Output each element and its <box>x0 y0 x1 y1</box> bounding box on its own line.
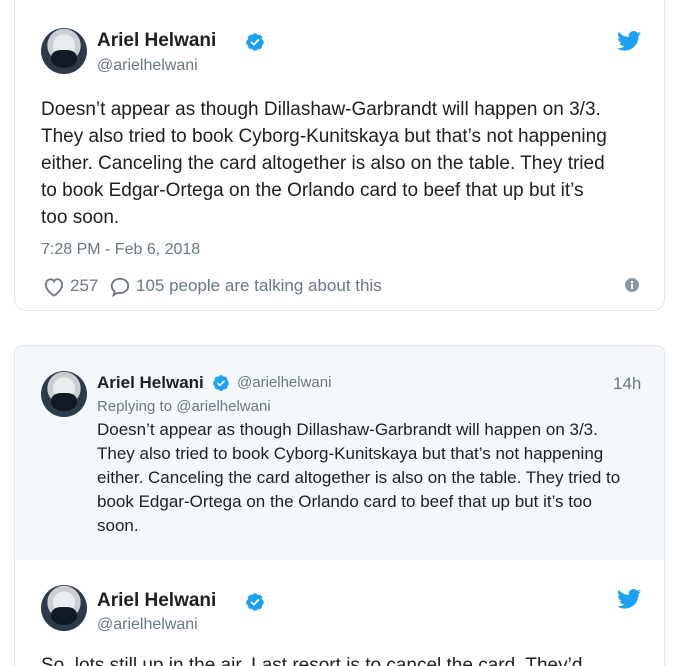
avatar[interactable] <box>41 585 87 631</box>
reply-text-line: book Edgar-Ortega on the Orlando card to… <box>97 492 592 511</box>
tweet-text-line: to book Edgar-Ortega on the Orlando card… <box>41 180 584 201</box>
author-name[interactable]: Ariel Helwani <box>97 373 204 393</box>
reply-timestamp[interactable]: 14h <box>613 374 641 394</box>
avatar[interactable] <box>41 28 87 74</box>
parent-tweet[interactable]: Ariel Helwani @arielhelwani 14h Replying… <box>15 346 664 560</box>
reply-text: Doesn’t appear as though Dillashaw-Garbr… <box>97 418 620 538</box>
tweet-text-line: too soon. <box>41 207 120 228</box>
tweet-text-line: either. Canceling the card altogether is… <box>41 153 605 174</box>
author-name[interactable]: Ariel Helwani <box>97 30 216 52</box>
twitter-bird-icon[interactable] <box>617 31 641 51</box>
avatar[interactable] <box>41 371 87 417</box>
reply-text-line: soon. <box>97 516 139 535</box>
tweet-text-line: They also tried to book Cyborg-Kunitskay… <box>41 126 607 147</box>
like-count[interactable]: 257 <box>70 276 98 296</box>
author-name[interactable]: Ariel Helwani <box>97 590 216 612</box>
conversation-card[interactable]: Ariel Helwani @arielhelwani 14h Replying… <box>14 345 665 666</box>
tweet-text-line: Doesn’t appear as though Dillashaw-Garbr… <box>41 99 601 120</box>
author-handle[interactable]: @arielhelwani <box>237 374 331 391</box>
timestamp-link[interactable]: 7:28 PM - Feb 6, 2018 <box>41 241 200 259</box>
author-handle[interactable]: @arielhelwani <box>97 57 198 75</box>
tweet-card[interactable]: Ariel Helwani @arielhelwani Doesn’t appe… <box>14 0 665 311</box>
reply-text-line: either. Canceling the card altogether is… <box>97 468 621 487</box>
reply-text-line: Doesn’t appear as though Dillashaw-Garbr… <box>97 420 598 439</box>
heart-icon[interactable] <box>43 277 65 297</box>
author-handle[interactable]: @arielhelwani <box>97 616 198 634</box>
tweet-text-line: So, lots still up in the air. Last resor… <box>41 655 583 666</box>
reply-text-line: They also tried to book Cyborg-Kunitskay… <box>97 444 604 463</box>
verified-badge-icon <box>246 33 264 51</box>
tweet-text: Doesn’t appear as though Dillashaw-Garbr… <box>41 96 607 231</box>
embedded-tweets-page: Ariel Helwani @arielhelwani Doesn’t appe… <box>0 0 692 666</box>
verified-badge-icon <box>246 593 264 611</box>
speech-bubble-icon[interactable] <box>109 276 131 298</box>
info-icon[interactable] <box>625 278 639 292</box>
replying-to[interactable]: Replying to @arielhelwani <box>97 398 271 415</box>
verified-badge-icon <box>213 375 229 391</box>
talking-about-link[interactable]: 105 people are talking about this <box>136 276 382 296</box>
twitter-bird-icon[interactable] <box>617 589 641 609</box>
